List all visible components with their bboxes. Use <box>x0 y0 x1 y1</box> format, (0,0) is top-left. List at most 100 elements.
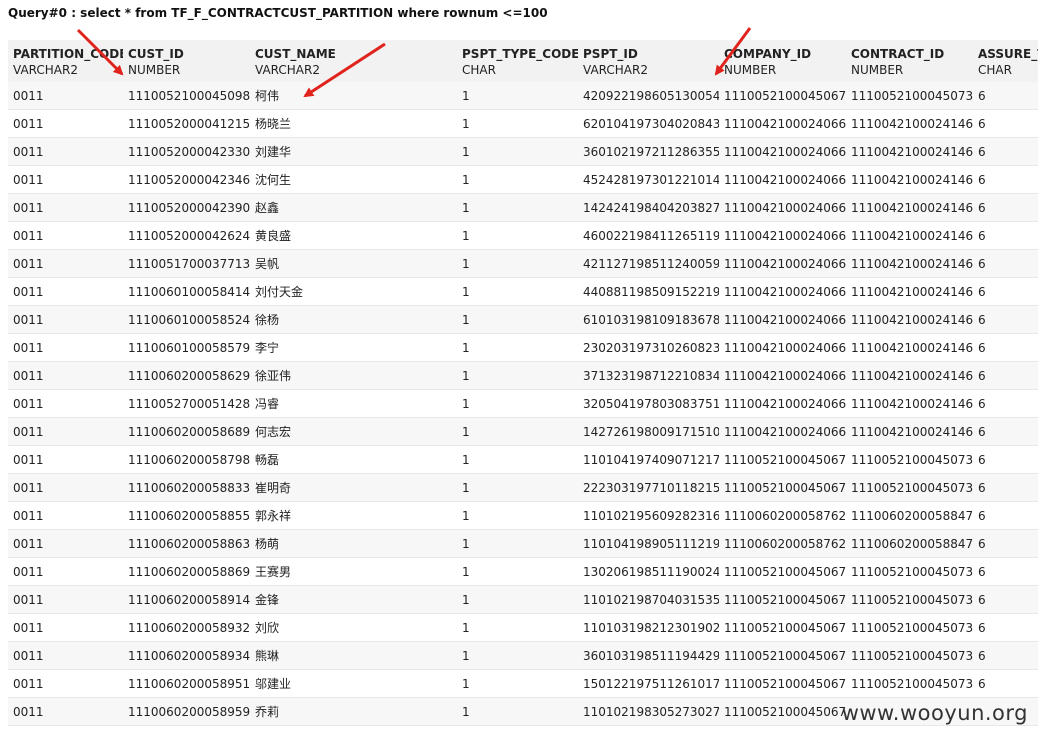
table-row[interactable]: 0011 1110060100058414 刘付天金 1 440881198509152… <box>8 278 1038 306</box>
cell-pspt-id: 222303197710118215 <box>578 474 719 502</box>
table-row[interactable]: 0011 1110052000041215 杨晓兰 1 6201041973040208… <box>8 110 1038 138</box>
cell-cust-id: 1110060200058855 <box>123 502 250 530</box>
cell-cust-id: 1110052000042624 <box>123 222 250 250</box>
cell-cust-id: 1110060200058689 <box>123 418 250 446</box>
cell-cust-name: 冯睿 <box>250 390 457 418</box>
table-row[interactable]: 0011 1110060200058863 杨萌 1 11010419890511121… <box>8 530 1038 558</box>
cell-cust-name: 熊琳 <box>250 642 457 670</box>
cell-pspt-type-code: 1 <box>457 446 578 474</box>
cell-cust-name: 崔明奇 <box>250 474 457 502</box>
cell-cust-id: 1110060200058932 <box>123 614 250 642</box>
cell-company-id: 1110042100024066 <box>719 166 846 194</box>
table-row[interactable]: 0011 1110060200058914 金锋 1 11010219870403153… <box>8 586 1038 614</box>
column-name: CUST_NAME <box>255 47 336 61</box>
column-header-assure-type[interactable]: ASSURE_TYPE CHAR <box>973 40 1038 82</box>
table-row[interactable]: 0011 1110060200058951 邬建业 1 1501221975112610… <box>8 670 1038 698</box>
cell-cust-id: 1110060100058579 <box>123 334 250 362</box>
cell-cust-id: 1110060200058629 <box>123 362 250 390</box>
cell-company-id: 1110042100024066 <box>719 306 846 334</box>
table-row[interactable]: 0011 1110060200058689 何志宏 1 1427261980091715… <box>8 418 1038 446</box>
table-row[interactable]: 0011 1110060200058932 刘欣 1 11010319821230190… <box>8 614 1038 642</box>
cell-pspt-id: 110104197409071217 <box>578 446 719 474</box>
cell-assure-type: 6 <box>973 250 1038 278</box>
column-header-cust-name[interactable]: CUST_NAME VARCHAR2 <box>250 40 457 82</box>
cell-company-id: 1110042100024066 <box>719 138 846 166</box>
result-grid: PARTITION_CODE VARCHAR2 CUST_ID NUMBER CUST_… <box>8 40 1038 739</box>
cell-pspt-id: 460022198411265119 <box>578 222 719 250</box>
cell-cust-id: 1110052000041215 <box>123 110 250 138</box>
cell-cust-name: 沈何生 <box>250 166 457 194</box>
table-row[interactable]: 0011 1110060100058524 徐杨 1 61010319810918367… <box>8 306 1038 334</box>
cell-partition-code: 0011 <box>8 166 123 194</box>
cell-contract-id: 1110042100024146 <box>846 222 973 250</box>
cell-cust-name: 杨萌 <box>250 530 457 558</box>
table-row[interactable]: 0011 1110060200058629 徐亚伟 1 3713231987122108… <box>8 362 1038 390</box>
cell-contract-id: 1110042100024146 <box>846 194 973 222</box>
cell-company-id: 1110042100024066 <box>719 222 846 250</box>
table-row[interactable]: 0011 1110060200058833 崔明奇 1 2223031977101182… <box>8 474 1038 502</box>
cell-pspt-type-code: 1 <box>457 502 578 530</box>
cell-partition-code: 0011 <box>8 306 123 334</box>
cell-cust-name: 邬建业 <box>250 670 457 698</box>
table-row[interactable]: 0011 1110052000042330 刘建华 1 3601021972112863… <box>8 138 1038 166</box>
cell-contract-id: 1110052100045073 <box>846 586 973 614</box>
column-header-pspt-type-code[interactable]: PSPT_TYPE_CODE CHAR <box>457 40 578 82</box>
column-type: CHAR <box>978 63 1012 77</box>
cell-pspt-id: 130206198511190024 <box>578 558 719 586</box>
cell-assure-type: 6 <box>973 670 1038 698</box>
cell-partition-code: 0011 <box>8 390 123 418</box>
column-header-company-id[interactable]: COMPANY_ID NUMBER <box>719 40 846 82</box>
table-row[interactable]: 0011 1110060200058934 熊琳 1 36010319851119442… <box>8 642 1038 670</box>
cell-partition-code: 0011 <box>8 82 123 110</box>
column-type: NUMBER <box>851 63 904 77</box>
watermark: www.wooyun.org <box>841 701 1028 725</box>
cell-cust-name: 徐杨 <box>250 306 457 334</box>
table-row[interactable]: 0011 1110052000042624 黄良盛 1 4600221984112651… <box>8 222 1038 250</box>
table-row[interactable]: 0011 1110052100045098 柯伟 1 42092219860513005… <box>8 82 1038 110</box>
column-type: CHAR <box>462 63 496 77</box>
column-header-partition-code[interactable]: PARTITION_CODE VARCHAR2 <box>8 40 123 82</box>
table-row[interactable]: 0011 1110052000042390 赵鑫 1 14242419840420382… <box>8 194 1038 222</box>
table-row[interactable]: 0011 1110052700051428 冯睿 1 32050419780308375… <box>8 390 1038 418</box>
cell-company-id: 1110052100045067 <box>719 474 846 502</box>
table-row[interactable]: 0011 1110052000042346 沈何生 1 4524281973012210… <box>8 166 1038 194</box>
cell-assure-type: 6 <box>973 530 1038 558</box>
cell-pspt-id: 142726198009171510 <box>578 418 719 446</box>
query-text: Query#0 : select * from TF_F_CONTRACTCUS… <box>8 6 548 20</box>
cell-cust-id: 1110052000042346 <box>123 166 250 194</box>
table-row[interactable]: 0011 1110060100058579 李宁 1 23020319731026082… <box>8 334 1038 362</box>
cell-pspt-id: 610103198109183678 <box>578 306 719 334</box>
cell-company-id: 1110042100024066 <box>719 194 846 222</box>
column-name: PARTITION_CODE <box>13 47 123 61</box>
cell-assure-type: 6 <box>973 110 1038 138</box>
cell-pspt-type-code: 1 <box>457 418 578 446</box>
cell-cust-name: 吴帆 <box>250 250 457 278</box>
table-row[interactable]: 0011 1110060200058869 王赛男 1 1302061985111900… <box>8 558 1038 586</box>
table-row[interactable]: 0011 1110051700037713 吴帆 1 42112719851124005… <box>8 250 1038 278</box>
cell-company-id: 1110052100045067 <box>719 558 846 586</box>
cell-assure-type: 6 <box>973 614 1038 642</box>
cell-assure-type: 6 <box>973 166 1038 194</box>
column-header-contract-id[interactable]: CONTRACT_ID NUMBER <box>846 40 973 82</box>
cell-cust-id: 1110060200058863 <box>123 530 250 558</box>
column-name: PSPT_ID <box>583 47 638 61</box>
cell-cust-name: 刘建华 <box>250 138 457 166</box>
cell-cust-id: 1110060200058833 <box>123 474 250 502</box>
cell-pspt-type-code: 1 <box>457 362 578 390</box>
cell-company-id: 1110052100045067 <box>719 670 846 698</box>
cell-partition-code: 0011 <box>8 362 123 390</box>
cell-contract-id: 1110042100024146 <box>846 278 973 306</box>
cell-assure-type: 6 <box>973 474 1038 502</box>
column-header-pspt-id[interactable]: PSPT_ID VARCHAR2 <box>578 40 719 82</box>
cell-contract-id: 1110042100024146 <box>846 250 973 278</box>
column-header-cust-id[interactable]: CUST_ID NUMBER <box>123 40 250 82</box>
cell-company-id: 1110042100024066 <box>719 278 846 306</box>
cell-pspt-id: 110104198905111219 <box>578 530 719 558</box>
table-row[interactable]: 0011 1110060200058855 郭永祥 1 1101021956092823… <box>8 502 1038 530</box>
cell-cust-id: 1110060100058524 <box>123 306 250 334</box>
cell-pspt-type-code: 1 <box>457 698 578 726</box>
cell-company-id: 1110052100045067 <box>719 698 846 726</box>
cell-assure-type: 6 <box>973 278 1038 306</box>
cell-pspt-type-code: 1 <box>457 194 578 222</box>
table-row[interactable]: 0011 1110060200058798 畅磊 1 11010419740907121… <box>8 446 1038 474</box>
